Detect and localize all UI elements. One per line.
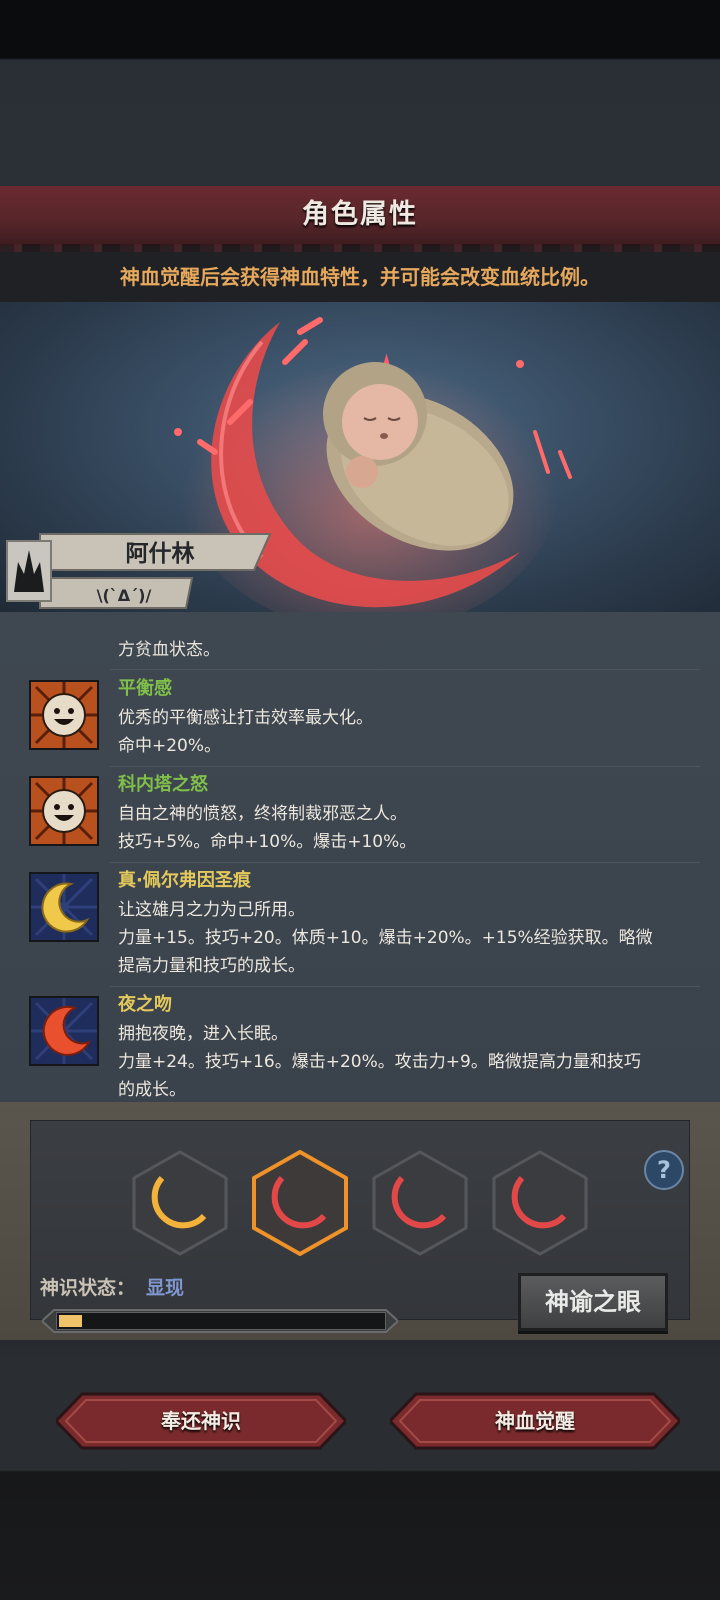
awareness-progress-bar — [42, 1308, 398, 1334]
slot-red-crescent[interactable] — [492, 1150, 588, 1256]
progress-fill — [59, 1315, 82, 1327]
oracle-eye-button[interactable]: 神谕之眼 — [518, 1273, 668, 1331]
trait-name: 夜之吻 — [118, 994, 172, 1015]
slot-gold-crescent[interactable] — [132, 1150, 228, 1256]
slot-red-crescent[interactable] — [372, 1150, 468, 1256]
red-crescent-icon — [29, 996, 99, 1066]
divider — [110, 766, 700, 767]
blood-awaken-button[interactable]: 神血觉醒 — [390, 1392, 680, 1450]
trait-desc: 让这雄月之力为己所用。 — [118, 900, 305, 920]
trait-effect: 力量+24。技巧+16。爆击+20%。攻击力+9。略微提高力量和技巧 — [118, 1052, 641, 1072]
trait-partial-desc: 方贫血状态。 — [118, 640, 220, 660]
trait-desc: 自由之神的愤怒，终将制裁邪恶之人。 — [118, 804, 407, 824]
return-awareness-button[interactable]: 奉还神识 — [56, 1392, 346, 1450]
trait-effect: 技巧+5%。命中+10%。爆击+10%。 — [118, 832, 417, 852]
trait-effect: 力量+15。技巧+20。体质+10。爆击+20%。+15%经验获取。略微 — [118, 928, 653, 948]
awareness-status-value: 显现 — [146, 1277, 185, 1299]
game-screen: 角色属性 神血觉醒后会获得神血特性，并可能会改变血统比例。 阿什林 \(`Δ´)… — [0, 0, 720, 1600]
help-icon[interactable]: ? — [644, 1150, 684, 1190]
sun-face-icon — [29, 680, 99, 750]
return-awareness-label: 奉还神识 — [161, 1409, 241, 1433]
page-title: 角色属性 — [302, 199, 418, 230]
awareness-status-label: 神识状态： — [40, 1277, 136, 1299]
trait-name: 平衡感 — [118, 678, 172, 699]
trait-effect-cont: 的成长。 — [118, 1080, 186, 1100]
character-name: 阿什林 — [125, 541, 195, 567]
trait-name: 科内塔之怒 — [118, 774, 208, 795]
trait-effect-cont: 提高力量和技巧的成长。 — [118, 956, 305, 976]
trait-desc: 拥抱夜晚，进入长眠。 — [118, 1024, 288, 1044]
crescent-moon-icon — [29, 872, 99, 942]
character-emote: \(`Δ´)/ — [96, 586, 152, 605]
page-subtitle: 神血觉醒后会获得神血特性，并可能会改变血统比例。 — [0, 252, 720, 302]
divider — [110, 986, 700, 987]
blood-awaken-label: 神血觉醒 — [495, 1409, 575, 1433]
crest-icon — [6, 540, 52, 602]
trait-desc: 优秀的平衡感让打击效率最大化。 — [118, 708, 373, 728]
trait-list[interactable]: 方贫血状态。 平衡感 优秀的平衡感让打击效率最大化。 命中+20%。 科内塔之怒… — [0, 612, 720, 1102]
progress-track — [56, 1312, 386, 1330]
divider — [110, 862, 700, 863]
sun-face-icon — [29, 776, 99, 846]
trait-name: 真·佩尔弗因圣痕 — [118, 870, 251, 891]
trait-effect: 命中+20%。 — [118, 736, 222, 756]
slot-red-crescent-selected[interactable] — [252, 1150, 348, 1256]
divider — [110, 669, 700, 670]
